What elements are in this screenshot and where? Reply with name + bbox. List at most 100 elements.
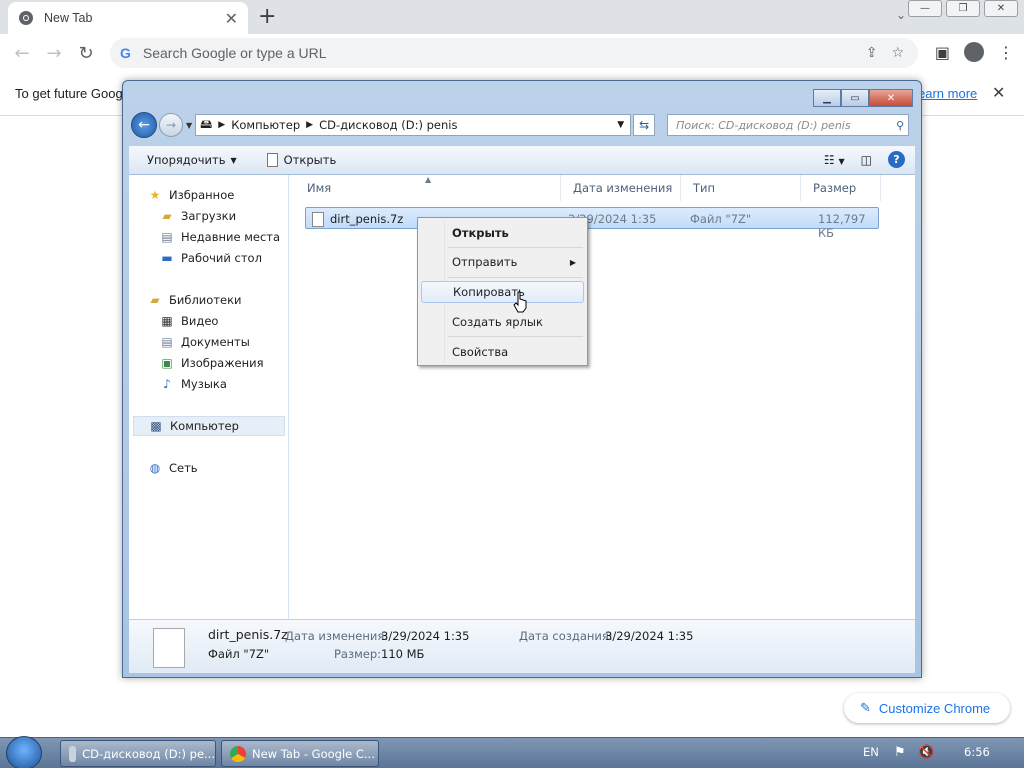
details-size-label: Размер:: [334, 647, 382, 661]
explorer-close-icon[interactable]: ✕: [869, 89, 913, 107]
open-button[interactable]: Открыть: [266, 153, 336, 167]
nav-documents[interactable]: ▤ Документы: [159, 332, 250, 352]
language-indicator[interactable]: EN: [863, 745, 879, 759]
action-center-flag-icon[interactable]: ⚑: [894, 745, 906, 760]
column-header-size[interactable]: Размер: [801, 175, 881, 201]
bookmark-star-icon[interactable]: ☆: [891, 45, 904, 61]
back-arrow-icon[interactable]: ←: [6, 43, 38, 64]
infobar-text: To get future Goog: [15, 86, 123, 101]
details-size-value: 110 МБ: [381, 647, 425, 661]
drive-icon: [69, 745, 77, 762]
menu-item-label: Свойства: [452, 345, 509, 359]
column-header-name[interactable]: Имя: [295, 175, 561, 201]
side-panel-icon[interactable]: ▣: [935, 43, 950, 62]
close-window-icon[interactable]: ✕: [984, 0, 1018, 17]
nav-network[interactable]: ◍ Сеть: [147, 458, 198, 478]
customize-chrome-button[interactable]: ✎ Customize Chrome: [844, 693, 1010, 723]
nav-label: Недавние места: [181, 230, 281, 244]
volume-muted-icon[interactable]: 🔇: [918, 745, 934, 760]
address-dropdown-icon[interactable]: ▼: [617, 120, 624, 130]
reload-icon[interactable]: ↻: [70, 43, 102, 64]
computer-icon: ▩: [150, 419, 162, 433]
forward-arrow-icon[interactable]: →: [38, 43, 70, 64]
menu-kebab-icon[interactable]: ⋮: [998, 43, 1014, 62]
explorer-maximize-icon[interactable]: ▭: [841, 89, 869, 107]
column-header-type[interactable]: Тип: [681, 175, 801, 201]
file-name: dirt_penis.7z: [330, 212, 404, 226]
start-button-icon[interactable]: [6, 736, 42, 768]
preview-pane-icon[interactable]: ◫: [861, 153, 872, 167]
nav-label: Загрузки: [181, 209, 237, 223]
breadcrumb-drive[interactable]: CD-дисковод (D:) penis: [319, 118, 457, 132]
omnibox-placeholder: Search Google or type a URL: [142, 45, 327, 61]
organize-button[interactable]: Упорядочить ▼: [147, 153, 237, 167]
nav-music[interactable]: ♪ Музыка: [159, 374, 227, 394]
menu-item-label: Создать ярлык: [452, 315, 543, 329]
google-g-icon: G: [120, 45, 131, 61]
breadcrumb-separator-icon[interactable]: ▶: [306, 120, 313, 130]
history-dropdown-icon[interactable]: ▼: [186, 121, 192, 130]
tab-search-icon[interactable]: ⌄: [896, 8, 906, 22]
nav-label: Видео: [181, 314, 219, 328]
restore-icon[interactable]: ❐: [946, 0, 980, 17]
infobar-close-icon[interactable]: ✕: [992, 83, 1005, 102]
nav-label: Музыка: [181, 377, 227, 391]
taskbar-explorer-task[interactable]: CD-дисковод (D:) pe...: [60, 740, 216, 767]
explorer-forward-icon[interactable]: →: [159, 113, 183, 137]
menu-item-properties[interactable]: Свойства: [421, 341, 584, 363]
nav-label: Избранное: [169, 188, 235, 202]
details-modified-label: Дата изменения:: [285, 629, 389, 643]
profile-avatar-icon[interactable]: [964, 42, 984, 62]
tab-new-tab[interactable]: New Tab ✕: [8, 2, 248, 34]
breadcrumb-computer[interactable]: Компьютер: [231, 118, 300, 132]
chrome-favicon-icon: [19, 11, 33, 25]
address-bar[interactable]: 🖴 ▶ Компьютер ▶ CD-дисковод (D:) penis ▼: [195, 114, 632, 136]
taskbar-chrome-task[interactable]: New Tab - Google C...: [221, 740, 379, 767]
view-options-icon[interactable]: ☷ ▼: [824, 153, 845, 167]
star-icon: ★: [149, 188, 161, 202]
menu-item-open[interactable]: Открыть: [421, 222, 584, 244]
new-tab-button[interactable]: +: [258, 4, 276, 30]
explorer-search-input[interactable]: Поиск: CD-дисковод (D:) penis ⚲: [667, 114, 910, 136]
explorer-back-icon[interactable]: ←: [131, 112, 157, 138]
organize-label: Упорядочить: [147, 153, 226, 167]
navigation-pane: ★ Избранное ▰ Загрузки ▤ Недавние места …: [129, 175, 289, 619]
nav-label: Рабочий стол: [181, 251, 262, 265]
details-modified-value: 3/29/2024 1:35: [381, 629, 470, 643]
nav-recent-places[interactable]: ▤ Недавние места: [159, 227, 280, 247]
menu-item-send-to[interactable]: Отправить ▶: [421, 251, 584, 273]
nav-video[interactable]: ▦ Видео: [159, 311, 218, 331]
menu-item-label: Открыть: [452, 226, 509, 240]
nav-desktop[interactable]: ▬ Рабочий стол: [159, 248, 262, 268]
context-menu: Открыть Отправить ▶ Копировать Создать я…: [417, 217, 588, 366]
details-pane: dirt_penis.7z Файл "7Z" Дата изменения: …: [129, 619, 915, 673]
clock[interactable]: 6:56: [964, 745, 990, 759]
infobar-learn-more-link[interactable]: earn more: [918, 86, 977, 101]
omnibox[interactable]: G Search Google or type a URL ⇪ ☆: [110, 38, 918, 68]
task-label: New Tab - Google C...: [252, 746, 375, 761]
details-file-type: Файл "7Z": [208, 647, 270, 661]
network-icon: ◍: [149, 461, 161, 475]
nav-computer[interactable]: ▩ Компьютер: [133, 416, 285, 436]
nav-downloads[interactable]: ▰ Загрузки: [159, 206, 236, 226]
command-bar-right: ☷ ▼ ◫ ?: [824, 151, 905, 168]
file-type: Файл "7Z": [690, 212, 752, 226]
file-row[interactable]: dirt_penis.7z 3/29/2024 1:35 Файл "7Z" 1…: [305, 207, 879, 240]
menu-item-create-shortcut[interactable]: Создать ярлык: [421, 311, 584, 333]
menu-item-copy[interactable]: Копировать: [421, 281, 584, 303]
search-icon[interactable]: ⚲: [896, 119, 904, 132]
tab-close-icon[interactable]: ✕: [225, 9, 238, 28]
mouse-pointer-icon: [513, 291, 527, 313]
share-icon[interactable]: ⇪: [866, 45, 878, 61]
nav-images[interactable]: ▣ Изображения: [159, 353, 263, 373]
nav-favorites[interactable]: ★ Избранное: [147, 185, 235, 205]
minimize-icon[interactable]: —: [908, 0, 942, 17]
nav-label: Библиотеки: [169, 293, 242, 307]
help-icon[interactable]: ?: [888, 151, 905, 168]
recent-places-icon: ▤: [161, 230, 173, 244]
explorer-minimize-icon[interactable]: ▁: [813, 89, 841, 107]
refresh-icon[interactable]: ⇆: [633, 114, 656, 136]
nav-libraries[interactable]: ▰ Библиотеки: [147, 290, 242, 310]
column-header-date[interactable]: Дата изменения: [561, 175, 681, 201]
breadcrumb-separator-icon[interactable]: ▶: [218, 120, 225, 130]
